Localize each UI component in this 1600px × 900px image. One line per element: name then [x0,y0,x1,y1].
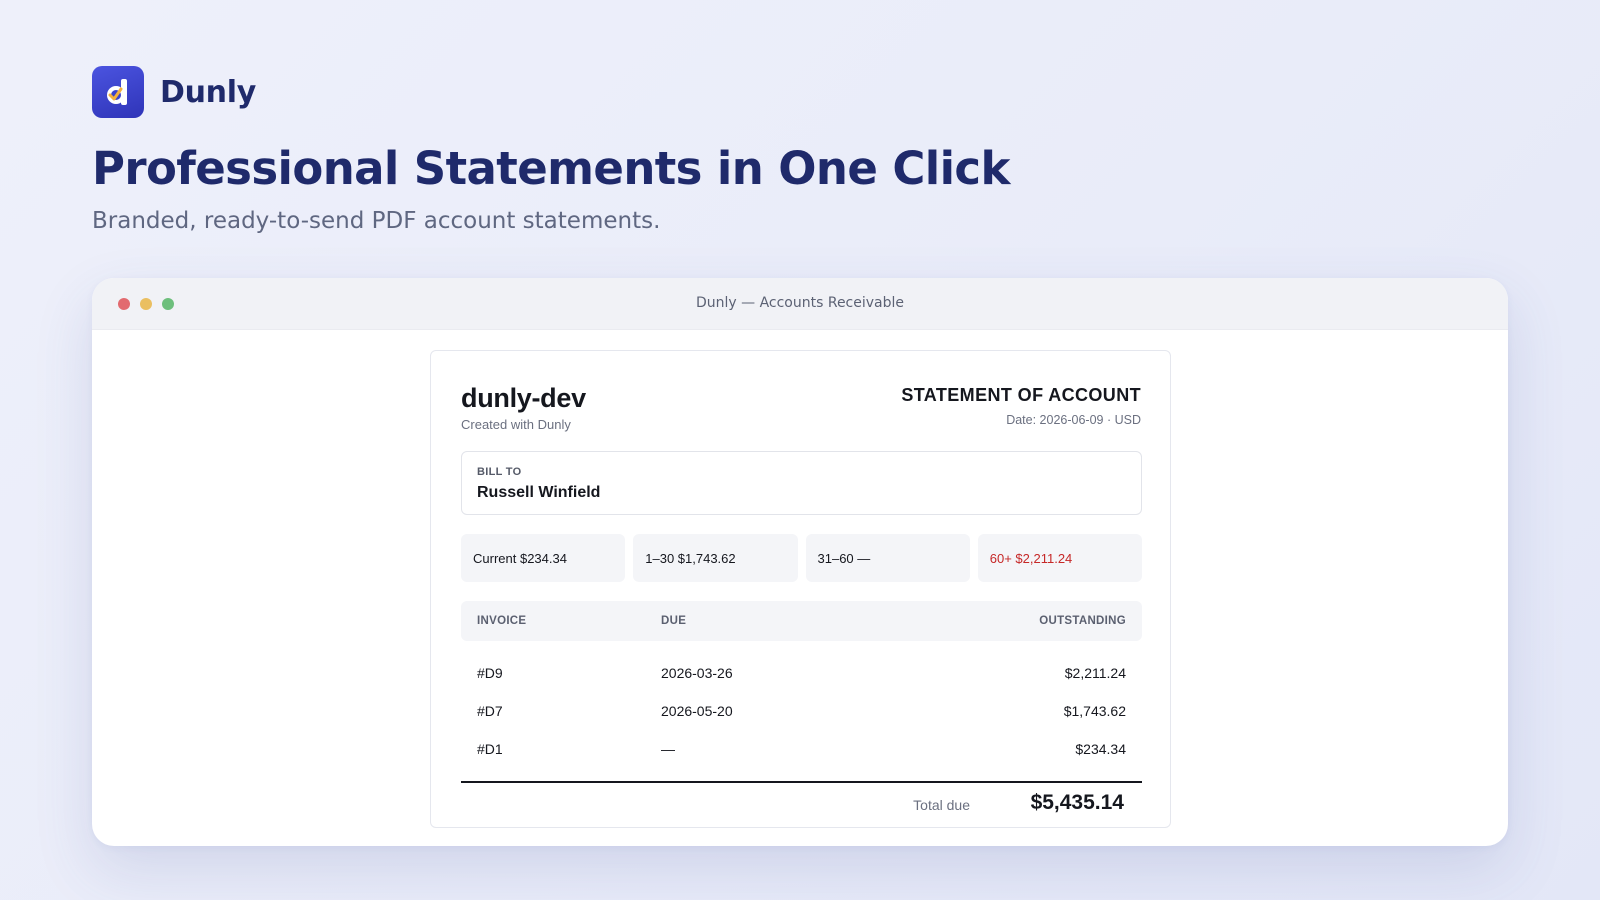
invoice-due-date: 2026-05-20 [661,703,733,719]
statement-date: Date: 2026-06-09 · USD [1006,413,1141,427]
total-due-label: Total due [913,797,970,813]
hero-headline: Professional Statements in One Click [92,142,1010,195]
app-window: Dunly — Accounts Receivable dunly-dev Cr… [92,278,1508,846]
table-row: #D1 — $234.34 [461,731,1142,769]
statement-document: dunly-dev Created with Dunly STATEMENT O… [430,350,1171,828]
aging-60-plus: 60+ $2,211.24 [977,534,1142,582]
invoice-number: #D7 [477,703,503,719]
column-header-due: DUE [661,615,687,627]
invoice-due-date: — [661,741,675,757]
invoice-outstanding: $234.34 [1075,741,1126,757]
invoice-number: #D9 [477,665,503,681]
company-name: dunly-dev [461,383,586,413]
bill-to-box: BILL TO Russell Winfield [461,451,1142,515]
hero-subhead: Branded, ready-to-send PDF account state… [92,208,661,234]
invoice-due-date: 2026-03-26 [661,665,733,681]
created-with-label: Created with Dunly [461,417,571,432]
table-row: #D7 2026-05-20 $1,743.62 [461,693,1142,731]
total-divider [461,781,1142,783]
window-title: Dunly — Accounts Receivable [695,295,905,311]
aging-summary: Current $234.34 1–30 $1,743.62 31–60 — 6… [461,534,1142,582]
brand: Dunly [92,66,256,118]
dunly-logo-icon [92,66,144,118]
statement-title: STATEMENT OF ACCOUNT [901,385,1141,405]
aging-current: Current $234.34 [461,534,626,582]
invoice-table-header: INVOICE DUE OUTSTANDING [461,601,1142,641]
invoice-outstanding: $2,211.24 [1064,665,1126,681]
brand-name: Dunly [160,74,256,110]
invoice-number: #D1 [477,741,503,757]
column-header-outstanding: OUTSTANDING [1039,615,1126,627]
aging-31-60: 31–60 — [805,534,970,582]
total-due-value: $5,435.14 [1030,791,1124,814]
window-titlebar: Dunly — Accounts Receivable [92,278,1508,330]
column-header-invoice: INVOICE [477,615,527,627]
bill-to-label: BILL TO [477,466,522,478]
table-row: #D9 2026-03-26 $2,211.24 [461,655,1142,693]
bill-to-name: Russell Winfield [477,484,601,501]
invoice-outstanding: $1,743.62 [1063,703,1126,719]
aging-1-30: 1–30 $1,743.62 [633,534,798,582]
